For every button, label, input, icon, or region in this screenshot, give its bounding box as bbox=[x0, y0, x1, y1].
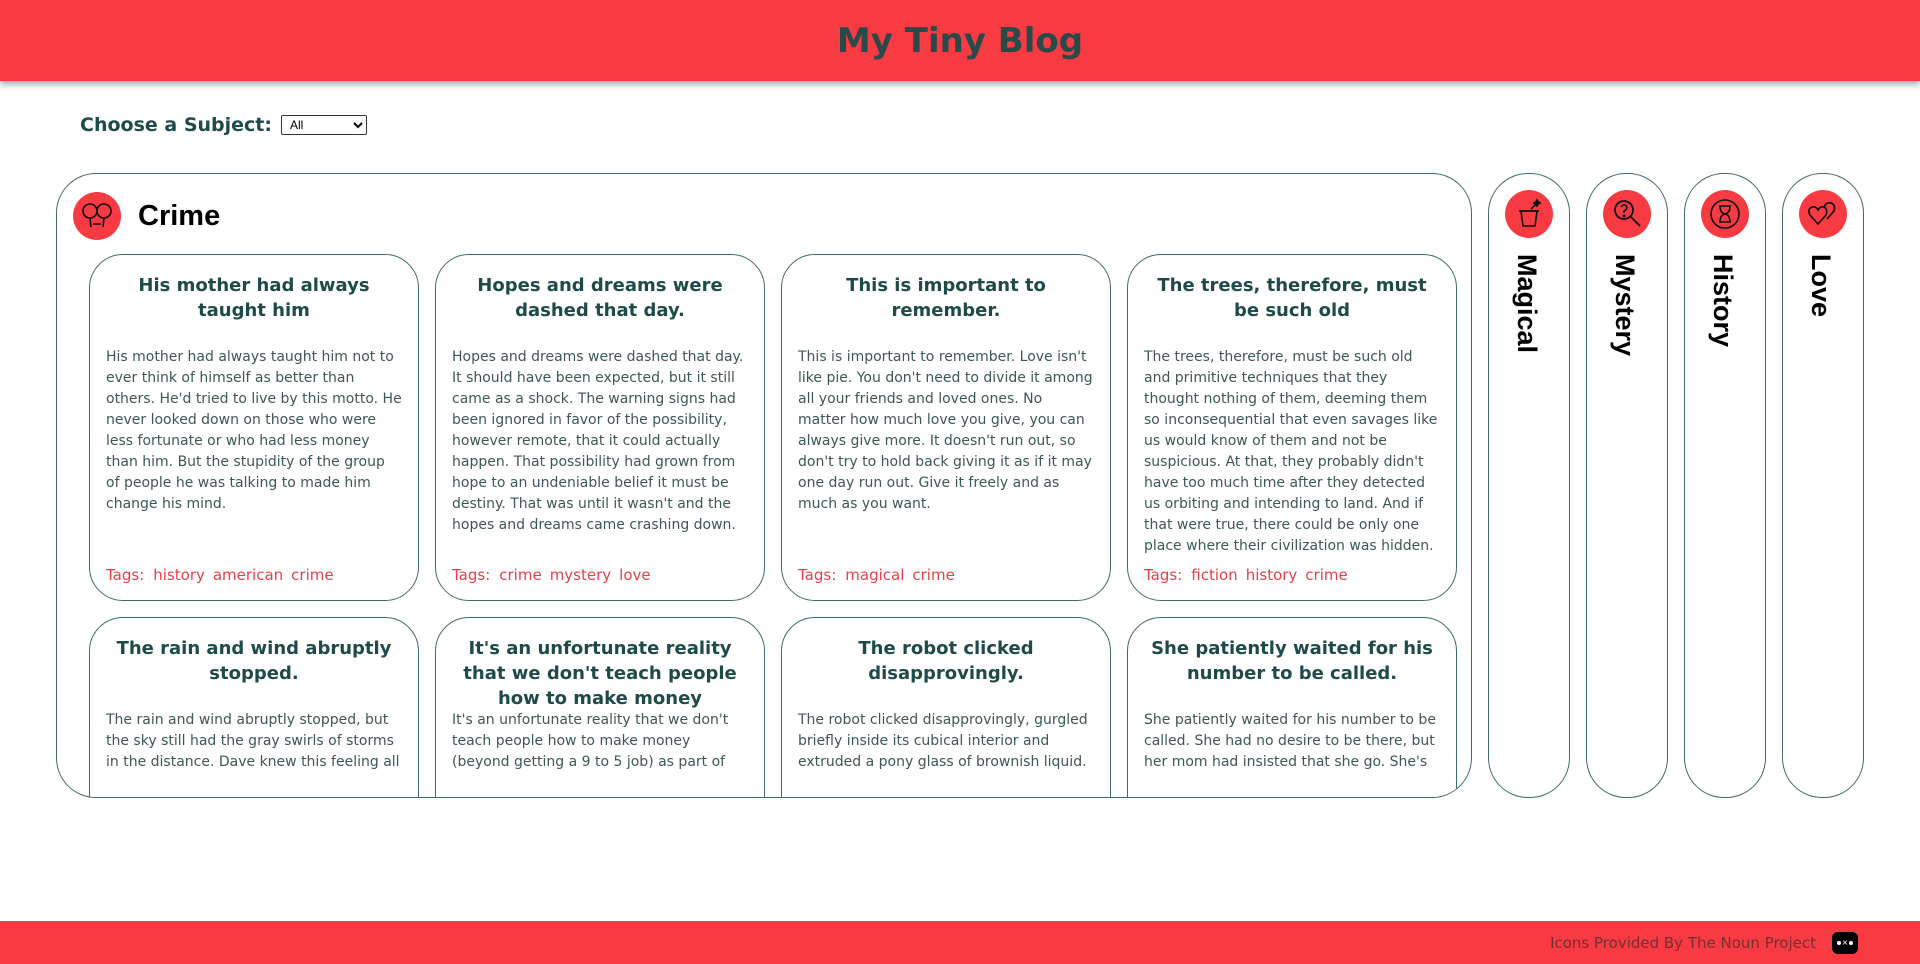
tag-link[interactable]: love bbox=[619, 566, 650, 584]
magic-hat-icon bbox=[1505, 190, 1553, 238]
post-body: The robot clicked disapprovingly, gurgle… bbox=[798, 712, 1088, 770]
icon-credit-link[interactable]: Icons Provided By The Noun Project bbox=[1550, 934, 1816, 952]
post-tags: Tags: magical crime bbox=[798, 566, 955, 584]
post-card[interactable]: His mother had always taught him His mot… bbox=[89, 254, 419, 601]
tag-link[interactable]: crime bbox=[291, 566, 333, 584]
tag-link[interactable]: magical bbox=[845, 566, 904, 584]
site-header: My Tiny Blog bbox=[0, 0, 1920, 81]
tag-link[interactable]: history bbox=[153, 566, 205, 584]
hourglass-icon bbox=[1701, 190, 1749, 238]
panel-header: Crime bbox=[73, 192, 220, 240]
site-footer: Icons Provided By The Noun Project × bbox=[0, 921, 1920, 964]
post-body: This is important to remember. Love isn'… bbox=[798, 349, 1093, 512]
subject-filter: Choose a Subject: All bbox=[80, 114, 367, 136]
post-card[interactable]: The rain and wind abruptly stopped. The … bbox=[89, 617, 419, 797]
tag-link[interactable]: crime bbox=[1305, 566, 1347, 584]
tag-link[interactable]: mystery bbox=[550, 566, 611, 584]
post-body: The rain and wind abruptly stopped, but … bbox=[106, 712, 400, 770]
tag-link[interactable]: american bbox=[213, 566, 283, 584]
post-tags: Tags: fiction history crime bbox=[1144, 566, 1348, 584]
post-card[interactable]: The trees, therefore, must be such old T… bbox=[1127, 254, 1457, 601]
post-title: Hopes and dreams were dashed that day. bbox=[477, 275, 723, 321]
tags-label: Tags: bbox=[798, 566, 837, 584]
crime-panel: Crime His mother had always taught him H… bbox=[56, 173, 1472, 798]
tab-mystery[interactable]: Mystery bbox=[1586, 173, 1668, 798]
post-body: It's an unfortunate reality that we don'… bbox=[452, 712, 729, 770]
post-title: The trees, therefore, must be such old bbox=[1157, 275, 1427, 321]
magnifier-question-icon bbox=[1603, 190, 1651, 238]
tab-magical[interactable]: Magical bbox=[1488, 173, 1570, 798]
post-title: This is important to remember. bbox=[846, 275, 1046, 321]
tags-label: Tags: bbox=[452, 566, 491, 584]
post-body: She patiently waited for his number to b… bbox=[1144, 712, 1436, 770]
tab-label: Love bbox=[1806, 254, 1836, 318]
tab-label: History bbox=[1708, 254, 1738, 348]
tags-label: Tags: bbox=[1144, 566, 1183, 584]
hearts-icon bbox=[1799, 190, 1847, 238]
subject-filter-label: Choose a Subject: bbox=[80, 114, 272, 136]
tag-link[interactable]: crime bbox=[912, 566, 954, 584]
panel-title: Crime bbox=[138, 199, 221, 232]
subject-select[interactable]: All bbox=[280, 115, 367, 135]
post-card[interactable]: Hopes and dreams were dashed that day. H… bbox=[435, 254, 765, 601]
tag-link[interactable]: crime bbox=[499, 566, 541, 584]
post-body: His mother had always taught him not to … bbox=[106, 349, 402, 512]
post-body: The trees, therefore, must be such old a… bbox=[1144, 349, 1438, 554]
tag-link[interactable]: fiction bbox=[1191, 566, 1237, 584]
tag-link[interactable]: history bbox=[1246, 566, 1298, 584]
post-tags: Tags: crime mystery love bbox=[452, 566, 651, 584]
tab-label: Magical bbox=[1512, 254, 1542, 354]
post-body: Hopes and dreams were dashed that day. I… bbox=[452, 349, 744, 533]
post-title: She patiently waited for his number to b… bbox=[1151, 638, 1433, 684]
tab-label: Mystery bbox=[1610, 254, 1640, 357]
post-card[interactable]: It's an unfortunate reality that we don'… bbox=[435, 617, 765, 797]
noun-project-logo-icon[interactable]: × bbox=[1832, 931, 1858, 954]
post-grid: His mother had always taught him His mot… bbox=[89, 254, 1457, 797]
post-title: It's an unfortunate reality that we don'… bbox=[463, 638, 737, 709]
post-title: His mother had always taught him bbox=[138, 275, 370, 321]
handcuffs-icon bbox=[73, 192, 121, 240]
tab-love[interactable]: Love bbox=[1782, 173, 1864, 798]
post-card[interactable]: This is important to remember. This is i… bbox=[781, 254, 1111, 601]
post-title: The rain and wind abruptly stopped. bbox=[116, 638, 392, 684]
tags-label: Tags: bbox=[106, 566, 145, 584]
post-card[interactable]: She patiently waited for his number to b… bbox=[1127, 617, 1457, 797]
post-title: The robot clicked disapprovingly. bbox=[858, 638, 1034, 684]
post-card[interactable]: The robot clicked disapprovingly. The ro… bbox=[781, 617, 1111, 797]
tab-history[interactable]: History bbox=[1684, 173, 1766, 798]
site-title: My Tiny Blog bbox=[836, 20, 1084, 61]
post-tags: Tags: history american crime bbox=[106, 566, 334, 584]
